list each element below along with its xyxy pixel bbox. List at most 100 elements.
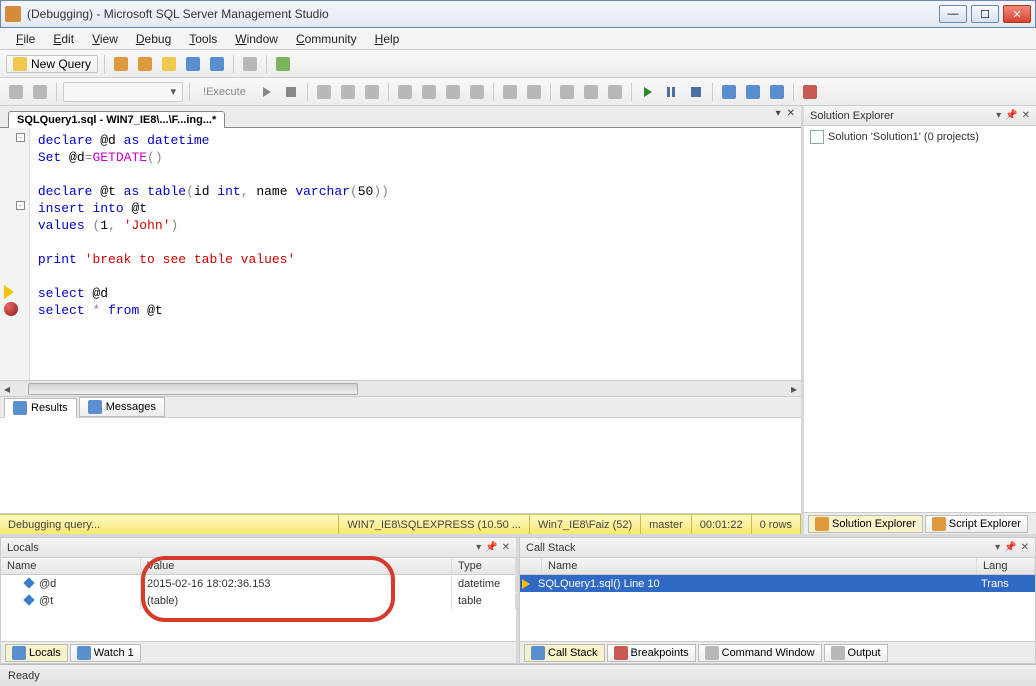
main-toolbar: New Query	[0, 50, 1036, 78]
tab-close-icon[interactable]: ✕	[787, 108, 795, 119]
save-all-icon[interactable]	[207, 54, 227, 74]
tb-icon-3[interactable]	[159, 54, 179, 74]
callstack-col-lang[interactable]: Lang	[977, 558, 1035, 574]
editor-tab-active[interactable]: SQLQuery1.sql - WIN7_IE8\...\F...ing...*	[8, 111, 225, 128]
solution-explorer-icon	[815, 517, 829, 531]
sql-tb-10[interactable]	[467, 82, 487, 102]
breakpoint-icon[interactable]	[4, 302, 18, 316]
grid-icon	[13, 401, 27, 415]
continue-icon[interactable]	[638, 82, 658, 102]
tab-callstack[interactable]: Call Stack	[524, 644, 605, 662]
locals-header: Locals ▾ 📌 ✕	[1, 538, 516, 558]
tab-results[interactable]: Results	[4, 398, 77, 418]
code-content[interactable]: declare @d as datetime Set @d=GETDATE() …	[27, 128, 801, 380]
tab-watch[interactable]: Watch 1	[70, 644, 141, 662]
callstack-frame-name: SQLQuery1.sql() Line 10	[534, 578, 977, 590]
sql-tb-6[interactable]	[362, 82, 382, 102]
panel-pin-icon[interactable]: 📌	[485, 542, 497, 553]
editor-hscrollbar[interactable]: ◂ ▸	[0, 380, 801, 396]
db-combo[interactable]: ▾	[63, 82, 183, 102]
locals-row[interactable]: @t (table) table	[1, 592, 516, 609]
panel-pin-icon[interactable]: 📌	[1005, 110, 1017, 121]
stop-debug-icon[interactable]	[686, 82, 706, 102]
tab-script-explorer[interactable]: Script Explorer	[925, 515, 1028, 533]
menu-file[interactable]: File	[8, 30, 43, 48]
callstack-icon	[531, 646, 545, 660]
save-icon[interactable]	[183, 54, 203, 74]
script-explorer-icon	[932, 517, 946, 531]
panel-dropdown-icon[interactable]: ▾	[476, 542, 481, 553]
callstack-title: Call Stack	[526, 542, 576, 554]
menu-view[interactable]: View	[84, 30, 126, 48]
panel-dropdown-icon[interactable]: ▾	[996, 110, 1001, 121]
tab-messages[interactable]: Messages	[79, 397, 165, 417]
close-button[interactable]: ✕	[1003, 5, 1031, 23]
fold-icon[interactable]: -	[16, 133, 25, 142]
right-panel-tabs: Solution Explorer Script Explorer	[804, 512, 1036, 534]
tb-icon-6[interactable]	[240, 54, 260, 74]
panel-close-icon[interactable]: ✕	[1021, 542, 1029, 553]
output-icon	[831, 646, 845, 660]
sql-tb-9[interactable]	[443, 82, 463, 102]
locals-col-value[interactable]: Value	[141, 558, 452, 574]
tb-icon-1[interactable]	[111, 54, 131, 74]
solution-node[interactable]: Solution 'Solution1' (0 projects)	[810, 130, 1030, 144]
tab-output[interactable]: Output	[824, 644, 888, 662]
sql-tb-2[interactable]	[30, 82, 50, 102]
sql-toolbar: ▾ ! Execute	[0, 78, 1036, 106]
locals-tabs: Locals Watch 1	[1, 641, 516, 663]
solution-explorer-tree[interactable]: Solution 'Solution1' (0 projects)	[804, 126, 1036, 512]
sql-tb-13[interactable]	[557, 82, 577, 102]
tab-breakpoints[interactable]: Breakpoints	[607, 644, 696, 662]
window-titlebar: (Debugging) - Microsoft SQL Server Manag…	[0, 0, 1036, 28]
step-over-icon[interactable]	[743, 82, 763, 102]
new-query-button[interactable]: New Query	[6, 55, 98, 73]
stop-icon[interactable]	[281, 82, 301, 102]
tab-command-window[interactable]: Command Window	[698, 644, 822, 662]
locals-col-type[interactable]: Type	[452, 558, 516, 574]
command-window-icon	[705, 646, 719, 660]
sql-tb-1[interactable]	[6, 82, 26, 102]
tab-solution-explorer[interactable]: Solution Explorer	[808, 515, 923, 533]
minimize-button[interactable]: —	[939, 5, 967, 23]
app-icon	[5, 6, 21, 22]
menu-tools[interactable]: Tools	[181, 30, 225, 48]
parse-icon[interactable]	[314, 82, 334, 102]
execute-button[interactable]: ! Execute	[196, 82, 253, 102]
sql-tb-8[interactable]	[419, 82, 439, 102]
watch-icon	[77, 646, 91, 660]
callstack-col-name[interactable]: Name	[542, 558, 977, 574]
code-editor[interactable]: - - declare @d as datetime Set @d=GETDAT…	[0, 128, 801, 380]
sql-tb-5[interactable]	[338, 82, 358, 102]
tab-locals[interactable]: Locals	[5, 644, 68, 662]
locals-col-name[interactable]: Name	[1, 558, 141, 574]
sql-tb-15[interactable]	[605, 82, 625, 102]
maximize-button[interactable]: ☐	[971, 5, 999, 23]
panel-close-icon[interactable]: ✕	[1022, 110, 1030, 121]
breakpoints-icon[interactable]	[800, 82, 820, 102]
menu-window[interactable]: Window	[227, 30, 286, 48]
panel-close-icon[interactable]: ✕	[502, 542, 510, 553]
sql-tb-14[interactable]	[581, 82, 601, 102]
locals-row[interactable]: @d 2015-02-16 18:02:36.153 datetime	[1, 575, 516, 592]
fold-icon[interactable]: -	[16, 201, 25, 210]
step-out-icon[interactable]	[767, 82, 787, 102]
callstack-row[interactable]: SQLQuery1.sql() Line 10 Trans	[520, 575, 1035, 592]
panel-dropdown-icon[interactable]: ▾	[995, 542, 1000, 553]
tab-dropdown-icon[interactable]: ▾	[776, 108, 781, 119]
sql-tb-11[interactable]	[500, 82, 520, 102]
menu-community[interactable]: Community	[288, 30, 365, 48]
sql-tb-7[interactable]	[395, 82, 415, 102]
sql-tb-12[interactable]	[524, 82, 544, 102]
debug-play-icon[interactable]	[257, 82, 277, 102]
step-into-icon[interactable]	[719, 82, 739, 102]
current-line-arrow-icon	[4, 285, 18, 299]
menu-edit[interactable]: Edit	[45, 30, 82, 48]
menu-help[interactable]: Help	[367, 30, 408, 48]
solution-explorer-title: Solution Explorer	[810, 110, 894, 122]
panel-pin-icon[interactable]: 📌	[1004, 542, 1016, 553]
menu-debug[interactable]: Debug	[128, 30, 179, 48]
activity-icon[interactable]	[273, 54, 293, 74]
tb-icon-2[interactable]	[135, 54, 155, 74]
pause-icon[interactable]	[662, 82, 682, 102]
